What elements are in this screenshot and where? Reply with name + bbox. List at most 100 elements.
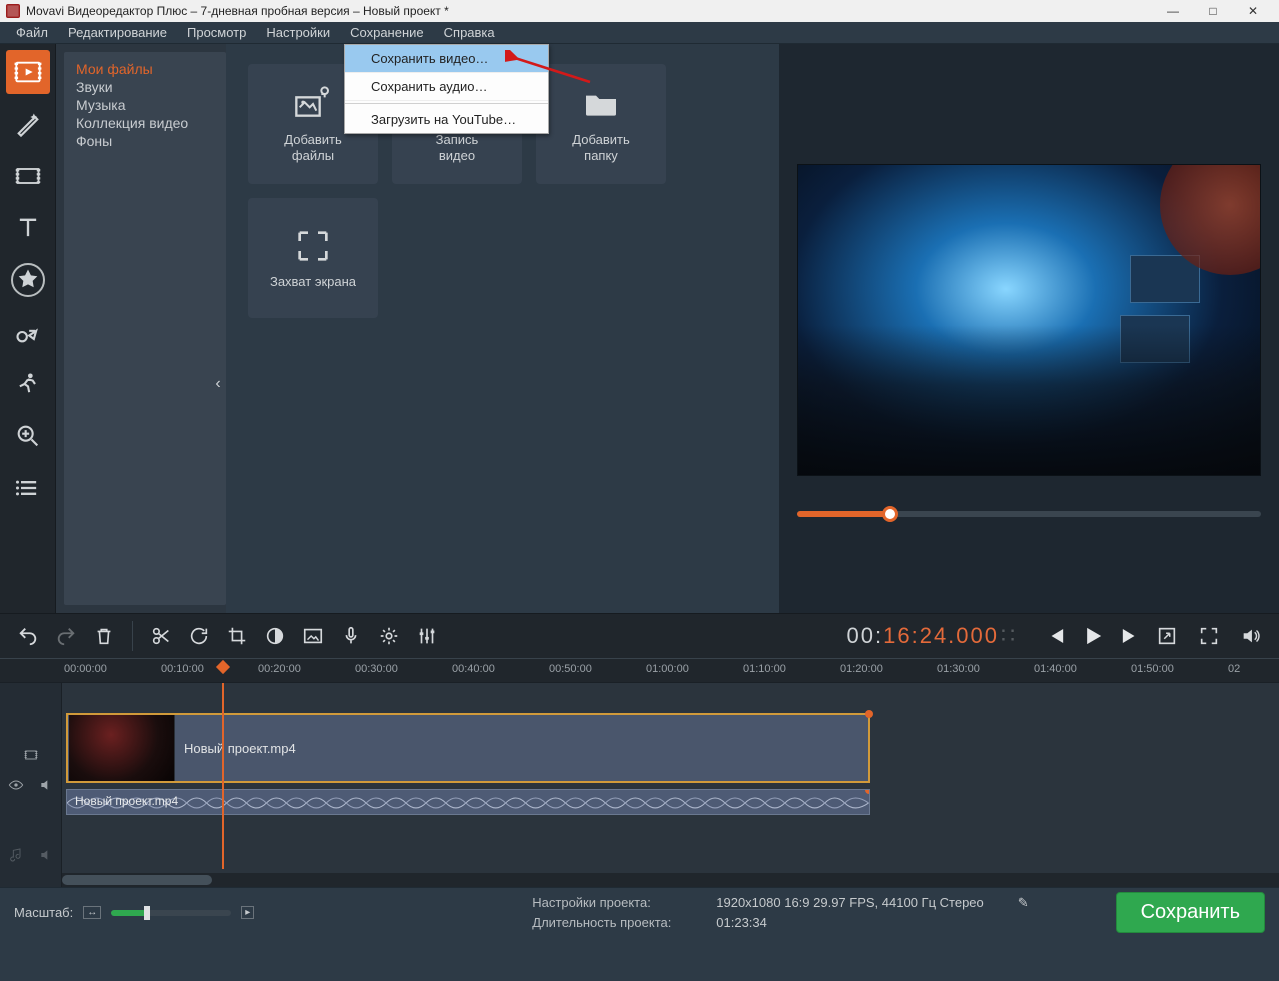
add-folder-tile[interactable]: Добавить папку <box>536 64 666 184</box>
delete-button[interactable] <box>88 620 120 652</box>
menu-save[interactable]: Сохранение <box>340 23 434 42</box>
picture-button[interactable] <box>297 620 329 652</box>
playhead-marker-icon[interactable] <box>216 660 230 674</box>
ruler-tick: 00:00:00 <box>64 663 107 675</box>
rotate-icon <box>188 625 210 647</box>
sidebar-animation-button[interactable] <box>6 362 50 406</box>
preview-progress-slider[interactable] <box>797 511 1261 517</box>
detach-preview-button[interactable] <box>1151 620 1183 652</box>
zoom-fit-button[interactable]: ↔ <box>83 906 101 919</box>
ruler-tick: 00:30:00 <box>355 663 398 675</box>
sidebar-transitions-button[interactable] <box>6 154 50 198</box>
menu-help[interactable]: Справка <box>434 23 505 42</box>
zoom-slider[interactable] <box>111 910 231 916</box>
sidebar-more-button[interactable] <box>6 466 50 510</box>
next-button[interactable] <box>1117 622 1145 650</box>
clip-end-handle[interactable] <box>865 710 873 718</box>
undo-button[interactable] <box>12 620 44 652</box>
skip-forward-icon <box>1117 622 1145 650</box>
ruler-tick: 00:50:00 <box>549 663 592 675</box>
zoom-preview-button[interactable]: ▸ <box>241 906 254 919</box>
equalizer-icon <box>416 625 438 647</box>
clip-settings-button[interactable] <box>373 620 405 652</box>
scrollbar-thumb[interactable] <box>62 875 212 885</box>
film-play-icon <box>14 58 42 86</box>
menu-item-save-audio[interactable]: Сохранить аудио… <box>345 73 548 101</box>
sidebar-stickers-button[interactable] <box>6 258 50 302</box>
timeline-ruler[interactable]: 00:00:0000:10:0000:20:0000:30:0000:40:00… <box>0 658 1279 682</box>
redo-icon <box>55 625 77 647</box>
record-video-label: Запись видео <box>436 132 479 165</box>
ruler-tick: 00:10:00 <box>161 663 204 675</box>
track-headers <box>0 683 62 887</box>
sidebar-titles-button[interactable] <box>6 206 50 250</box>
add-folder-label: Добавить папку <box>572 132 629 165</box>
menu-item-upload-youtube[interactable]: Загрузить на YouTube… <box>345 106 548 133</box>
screen-capture-tile[interactable]: Захват экрана <box>248 198 378 318</box>
contrast-icon <box>264 625 286 647</box>
preview-panel <box>779 44 1279 613</box>
library-video-collection[interactable]: Коллекция видео <box>76 114 214 132</box>
library-my-files[interactable]: Мои файлы <box>76 60 214 78</box>
play-button[interactable] <box>1079 622 1107 650</box>
fullscreen-button[interactable] <box>1193 620 1225 652</box>
menu-view[interactable]: Просмотр <box>177 23 256 42</box>
volume-button[interactable] <box>1235 620 1267 652</box>
redo-button[interactable] <box>50 620 82 652</box>
video-clip[interactable]: Новый проект.mp4 <box>66 713 870 783</box>
video-track-header[interactable] <box>0 747 61 763</box>
ruler-tick: 01:30:00 <box>937 663 980 675</box>
timecode-value: 16:24.000 <box>883 623 999 649</box>
color-button[interactable] <box>259 620 291 652</box>
screen-capture-label: Захват экрана <box>270 274 356 290</box>
picture-icon <box>302 625 324 647</box>
fullscreen-icon <box>1198 625 1220 647</box>
film-icon <box>23 747 39 763</box>
library-sounds[interactable]: Звуки <box>76 78 214 96</box>
preview-progress-knob[interactable] <box>882 506 898 522</box>
equalizer-button[interactable] <box>411 620 443 652</box>
magnifier-plus-icon <box>14 422 42 450</box>
library-backgrounds[interactable]: Фоны <box>76 132 214 150</box>
menu-edit[interactable]: Редактирование <box>58 23 177 42</box>
play-icon <box>1079 622 1107 650</box>
shapes-icon <box>14 318 42 346</box>
close-button[interactable]: ✕ <box>1233 0 1273 22</box>
minimize-button[interactable]: — <box>1153 0 1193 22</box>
collapse-library-button[interactable]: ‹ <box>209 354 227 414</box>
sidebar-zoom-button[interactable] <box>6 414 50 458</box>
save-dropdown-menu: Сохранить видео… Сохранить аудио… Загруз… <box>344 44 549 134</box>
rotate-button[interactable] <box>183 620 215 652</box>
star-circle-icon <box>11 263 45 297</box>
mic-button[interactable] <box>335 620 367 652</box>
video-track-visibility[interactable] <box>0 777 61 793</box>
menu-item-save-video[interactable]: Сохранить видео… <box>345 45 548 73</box>
sidebar-import-button[interactable] <box>6 50 50 94</box>
note-icon <box>8 847 24 863</box>
trash-icon <box>93 625 115 647</box>
maximize-button[interactable]: □ <box>1193 0 1233 22</box>
timeline-scrollbar[interactable] <box>62 873 1279 887</box>
menu-file[interactable]: Файл <box>6 23 58 42</box>
music-track-header[interactable] <box>0 847 61 863</box>
timeline: Новый проект.mp4 Новый проект.mp4 <box>0 682 1279 887</box>
cut-button[interactable] <box>145 620 177 652</box>
editing-toolbar: 00:16:24.000∷ <box>0 613 1279 658</box>
playhead-line[interactable] <box>222 683 224 869</box>
audio-icon <box>38 847 54 863</box>
sidebar-filters-button[interactable] <box>6 102 50 146</box>
audio-clip[interactable]: Новый проект.mp4 <box>66 789 870 815</box>
save-button[interactable]: Сохранить <box>1116 892 1265 933</box>
project-settings-value: 1920x1080 16:9 29.97 FPS, 44100 Гц Стере… <box>716 895 984 911</box>
library-music[interactable]: Музыка <box>76 96 214 114</box>
crop-button[interactable] <box>221 620 253 652</box>
prev-button[interactable] <box>1041 622 1069 650</box>
sidebar-shapes-button[interactable] <box>6 310 50 354</box>
ruler-tick: 00:20:00 <box>258 663 301 675</box>
edit-settings-button[interactable]: ✎ <box>1018 895 1029 911</box>
zoom-knob[interactable] <box>144 906 150 920</box>
clip-end-handle[interactable] <box>865 789 870 794</box>
preview-viewport[interactable] <box>797 164 1261 476</box>
project-settings-label: Настройки проекта: <box>532 895 692 911</box>
menu-settings[interactable]: Настройки <box>256 23 340 42</box>
